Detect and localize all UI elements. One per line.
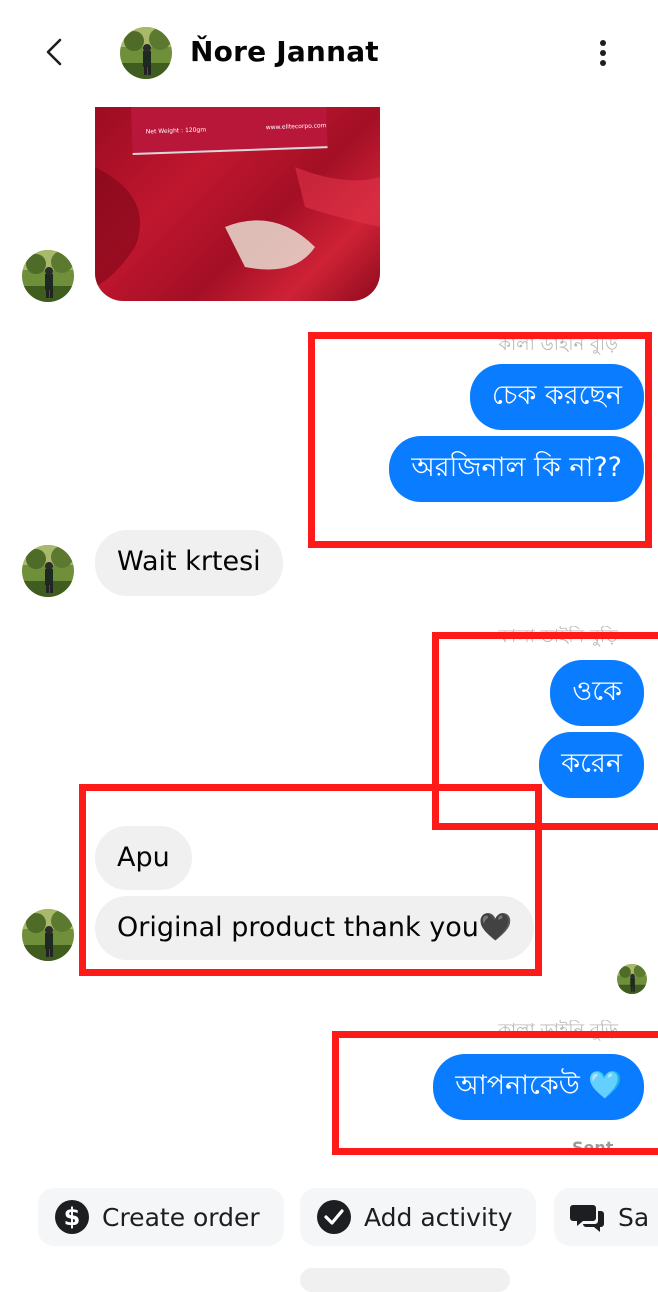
back-arrow-icon[interactable] [40,34,68,70]
create-order-label: Create order [102,1202,260,1232]
saved-replies-label: Sa [618,1202,650,1232]
sender-avatar[interactable] [22,250,74,302]
add-activity-label: Add activity [364,1202,513,1232]
dollar-icon: $ [55,1200,89,1234]
chat-bubbles-icon [570,1205,604,1232]
highlight-box [332,1031,658,1155]
more-options-icon[interactable] [594,38,612,68]
contact-avatar[interactable] [120,27,172,79]
contact-name[interactable]: Ňore Jannat [190,32,379,72]
create-order-button[interactable]: $ Create order [38,1188,284,1246]
saved-replies-button[interactable]: Sa [554,1188,658,1246]
seen-avatar [617,964,647,994]
highlight-box [79,784,542,976]
message-bubble[interactable]: Wait krtesi [95,530,283,596]
highlight-box [308,332,652,548]
composer-hint [300,1268,510,1292]
sender-avatar[interactable] [22,545,74,597]
checkmark-icon [317,1200,351,1234]
photo-message[interactable]: Net Weight : 120gm www.elitecorpo.com [95,107,380,301]
sender-avatar[interactable] [22,909,74,961]
svg-text:$: $ [64,1203,81,1231]
add-activity-button[interactable]: Add activity [300,1188,536,1246]
